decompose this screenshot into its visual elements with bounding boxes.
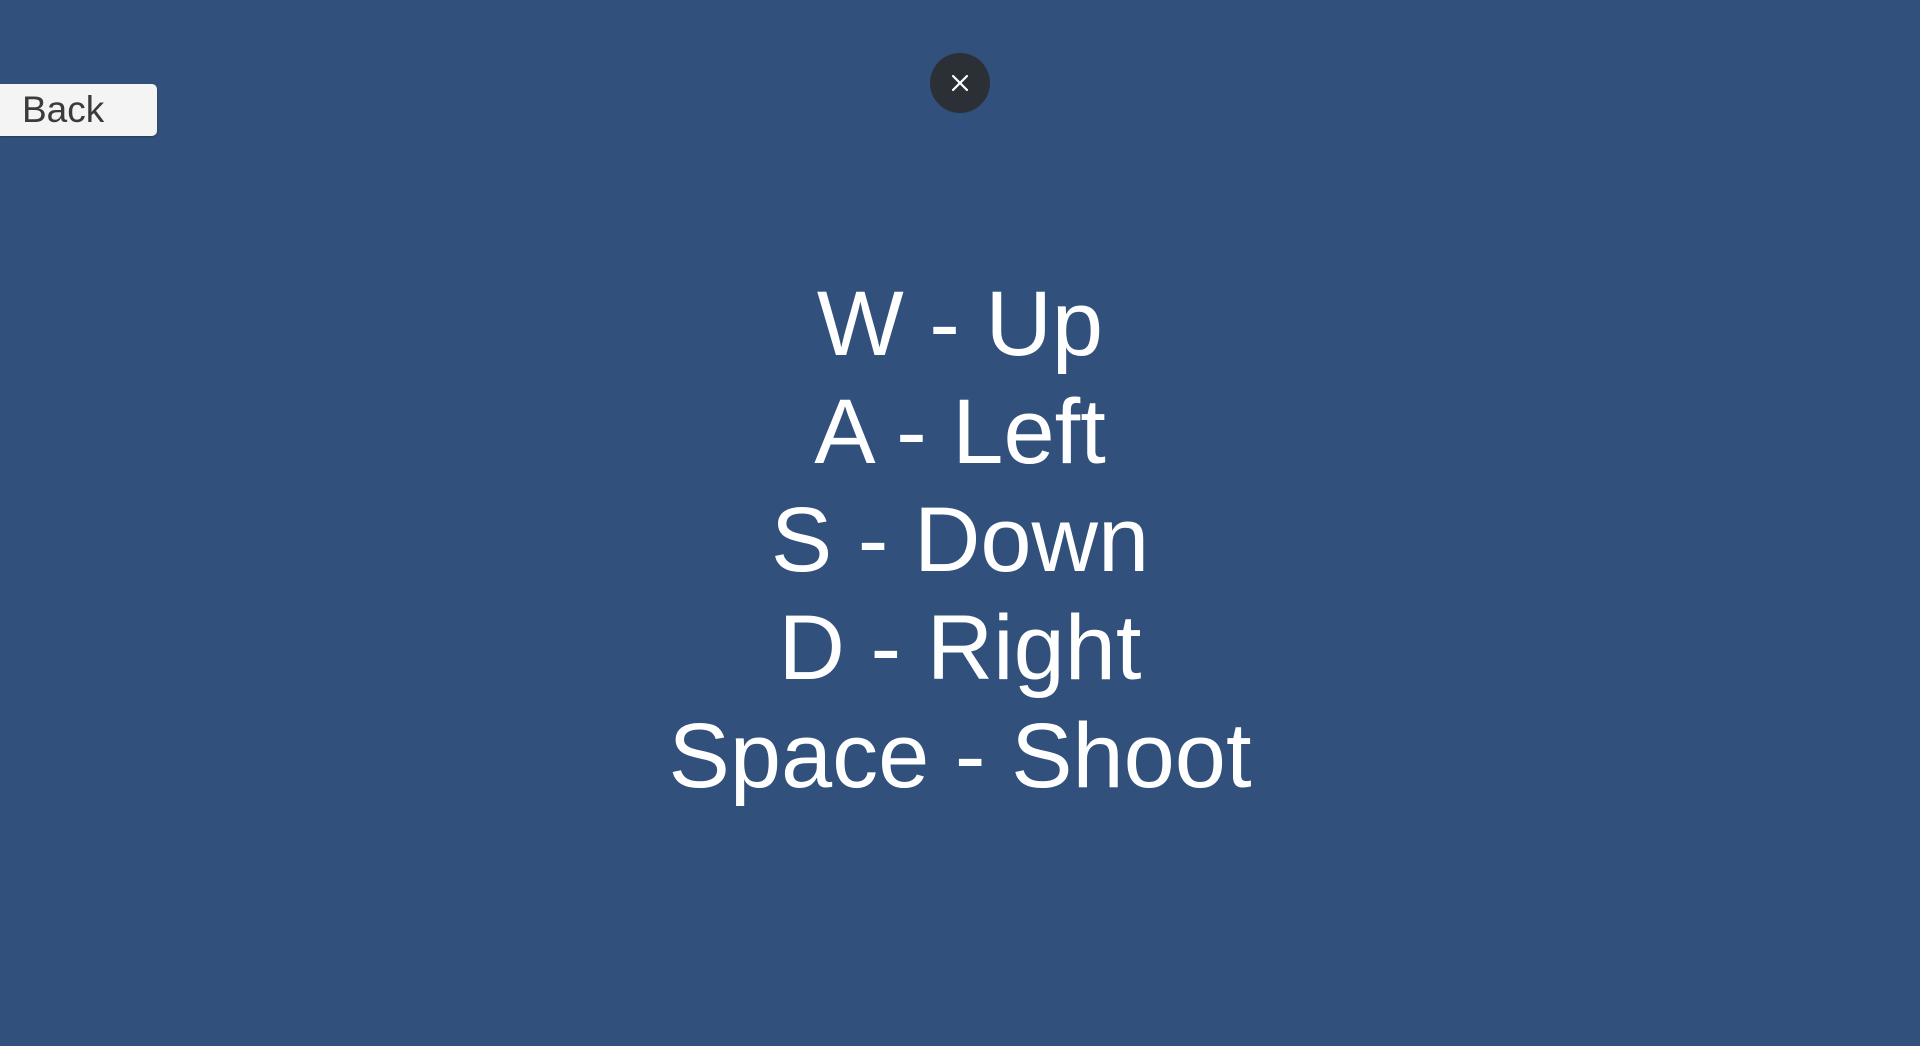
control-down: S - Down xyxy=(770,489,1150,591)
close-button[interactable] xyxy=(930,53,990,113)
controls-screen: Back W - Up A - Left S - Down D - Right … xyxy=(0,0,1920,1046)
control-up: W - Up xyxy=(816,273,1104,375)
control-right: D - Right xyxy=(778,597,1142,699)
close-icon xyxy=(951,74,969,92)
control-left: A - Left xyxy=(814,381,1106,483)
back-button[interactable]: Back xyxy=(0,84,157,136)
control-shoot: Space - Shoot xyxy=(668,705,1252,807)
controls-list: W - Up A - Left S - Down D - Right Space… xyxy=(0,270,1920,810)
